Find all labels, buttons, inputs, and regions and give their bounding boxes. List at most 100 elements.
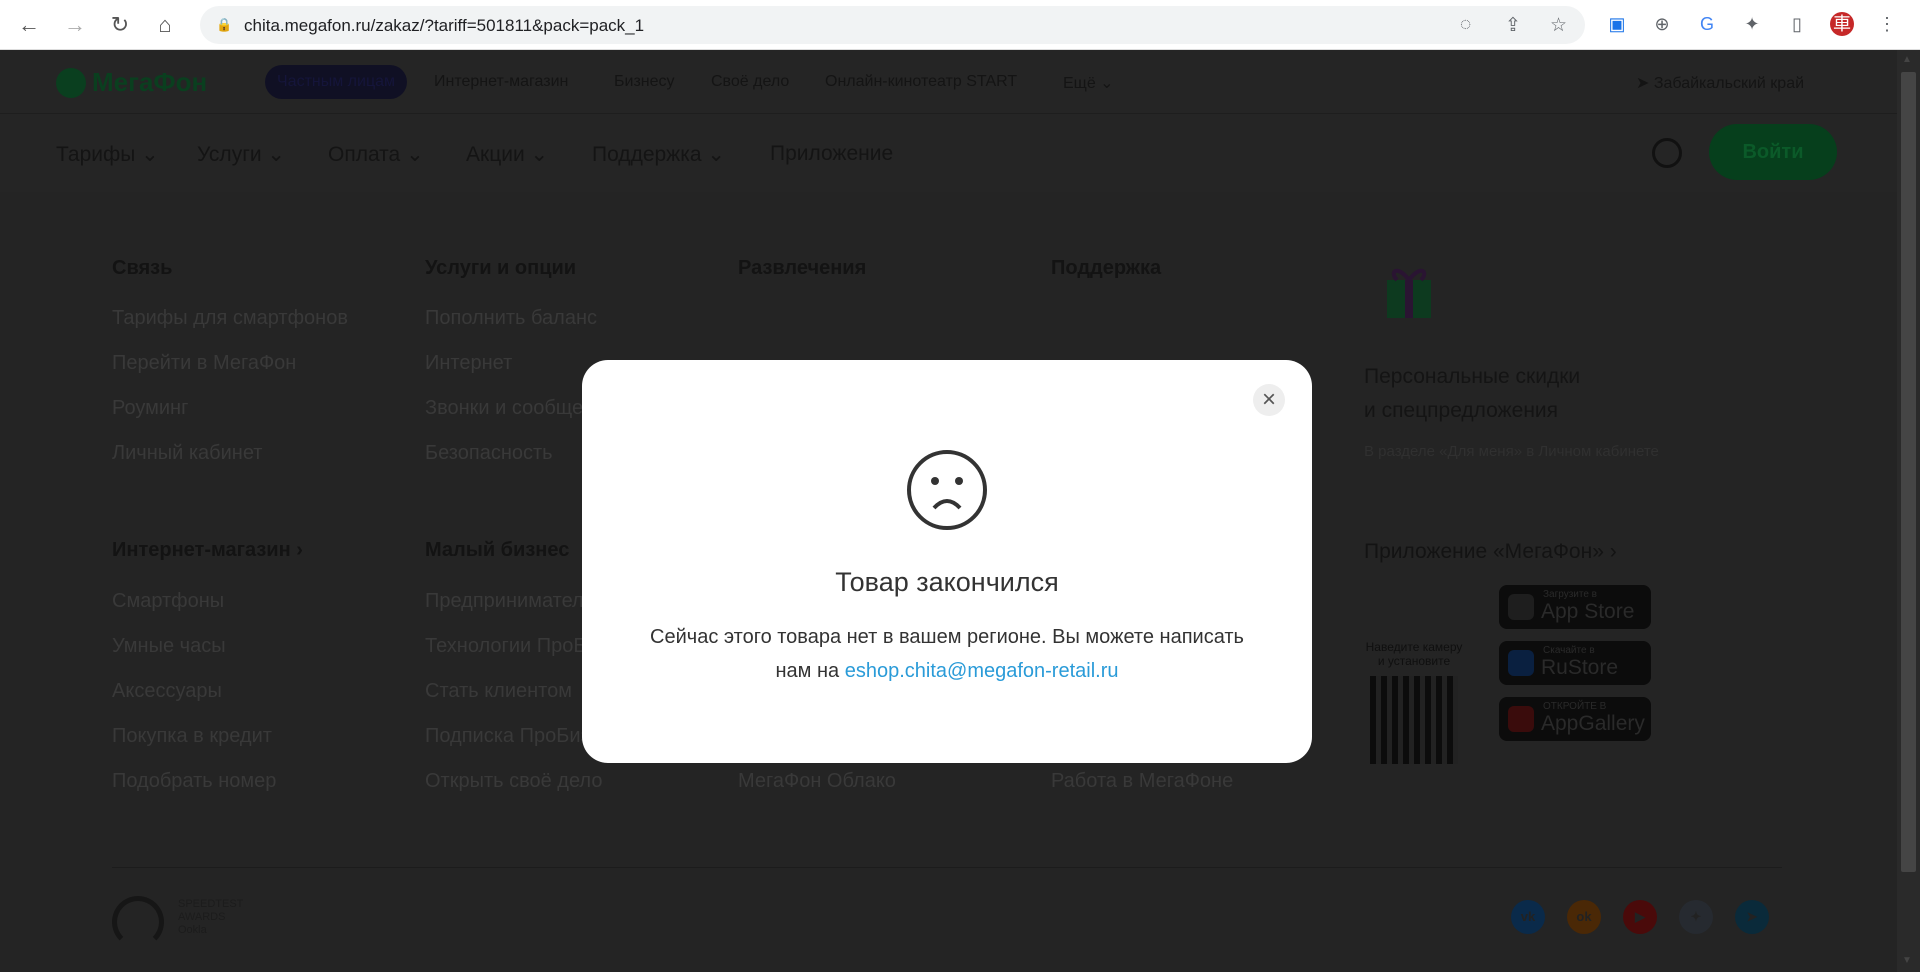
link-eshop[interactable]: Интернет-магазин	[434, 73, 568, 91]
share-icon[interactable]: ⇪	[1505, 14, 1521, 37]
footer-link[interactable]: Подписка ПроБизнес	[425, 725, 603, 748]
gift-icon	[1387, 268, 1431, 318]
link-start[interactable]: Онлайн-кинотеатр START	[825, 73, 1017, 91]
translate-icon[interactable]: G	[1695, 12, 1719, 36]
home-icon[interactable]: ⌂	[152, 12, 178, 38]
store-big: App Store	[1541, 600, 1635, 623]
appstore-button[interactable]: Загрузите в App Store	[1499, 585, 1651, 629]
footer-divider	[112, 867, 1782, 868]
footer-link[interactable]: Безопасность	[425, 442, 603, 465]
segment-private[interactable]: Частным лицам	[265, 65, 408, 99]
puzzle-icon[interactable]: ✦	[1740, 12, 1764, 36]
reload-icon[interactable]: ↻	[107, 12, 133, 38]
footer-link[interactable]: МегаФон Облако	[738, 770, 896, 793]
back-icon[interactable]: ←	[16, 12, 42, 38]
footer-link[interactable]: Подобрать номер	[112, 770, 276, 793]
scrollbar[interactable]: ▲ ▼	[1897, 50, 1920, 972]
scroll-down-icon[interactable]: ▼	[1902, 955, 1912, 966]
footer-link[interactable]: Пополнить баланс	[425, 307, 603, 330]
email-link[interactable]: eshop.chita@megafon-retail.ru	[845, 660, 1119, 682]
nav-promo[interactable]: Акции ⌄	[466, 142, 548, 167]
link-more[interactable]: Ещё ⌄	[1063, 73, 1114, 93]
rustore-icon	[1508, 650, 1534, 676]
address-bar[interactable]: 🔒 chita.megafon.ru/zakaz/?tariff=501811&…	[200, 6, 1585, 44]
appgallery-button[interactable]: ОТКРОЙТЕ В AppGallery	[1499, 697, 1651, 741]
dzen-icon[interactable]: ✦	[1679, 900, 1713, 934]
youtube-icon[interactable]: ▶	[1623, 900, 1657, 934]
footer-link[interactable]: Работа в МегаФоне	[1051, 770, 1233, 793]
nav-support[interactable]: Поддержка ⌄	[592, 142, 725, 167]
sidepanel-icon[interactable]: ▯	[1785, 12, 1809, 36]
url-text[interactable]: chita.megafon.ru/zakaz/?tariff=501811&pa…	[244, 16, 644, 36]
promo-title-line1: Персональные скидки	[1364, 365, 1581, 388]
forward-icon[interactable]: →	[62, 12, 88, 38]
footer-link[interactable]: Тарифы для смартфонов	[112, 307, 348, 330]
region-selector[interactable]: ➤ Забайкальский край	[1636, 73, 1804, 93]
close-button[interactable]: ×	[1253, 384, 1285, 416]
footer-column-title[interactable]: Связь	[112, 257, 172, 280]
browser-toolbar: ← → ↻ ⌂ 🔒 chita.megafon.ru/zakaz/?tariff…	[0, 0, 1920, 50]
footer-column-title[interactable]: Малый бизнес	[425, 539, 569, 562]
link-own-business[interactable]: Своё дело	[711, 73, 789, 91]
modal-text: Сейчас этого товара нет в вашем регионе.…	[642, 620, 1252, 688]
footer-link[interactable]: Личный кабинет	[112, 442, 262, 465]
nav-services[interactable]: Услуги ⌄	[197, 142, 285, 167]
nav-payment[interactable]: Оплата ⌄	[328, 142, 424, 167]
qr-block: Наведите камеру и установите	[1364, 640, 1464, 810]
footer-link[interactable]: Умные часы	[112, 635, 226, 658]
sad-face-icon	[907, 450, 987, 530]
huawei-icon	[1508, 706, 1534, 732]
store-small: ОТКРОЙТЕ В	[1543, 701, 1607, 712]
footer-link[interactable]: Интернет	[425, 352, 603, 375]
app-title[interactable]: Приложение «МегаФон» ›	[1364, 540, 1617, 564]
qr-text: Наведите камеру и установите	[1365, 640, 1463, 668]
footer-link[interactable]: Смартфоны	[112, 590, 224, 613]
star-icon[interactable]: ☆	[1550, 14, 1567, 37]
footer-link[interactable]: Предприниматели	[425, 590, 603, 613]
footer-link[interactable]: Звонки и сообщения	[425, 397, 603, 420]
logo-icon	[56, 67, 86, 98]
speedtest-logo	[112, 896, 164, 948]
footer-link[interactable]: Роуминг	[112, 397, 188, 420]
footer-link[interactable]: Аксессуары	[112, 680, 222, 703]
region-text: Забайкальский край	[1653, 75, 1805, 92]
globe-icon[interactable]: ⊕	[1650, 12, 1674, 36]
store-small: Скачайте в	[1543, 645, 1595, 656]
megafon-logo[interactable]: МегаФон	[56, 67, 207, 98]
footer-link[interactable]: Технологии ПроБизнес	[425, 635, 603, 658]
main-nav: Тарифы ⌄ Услуги ⌄ Оплата ⌄ Акции ⌄ Подде…	[0, 114, 1897, 192]
profile-avatar[interactable]: 車	[1830, 12, 1854, 36]
store-big: RuStore	[1541, 656, 1619, 679]
link-business[interactable]: Бизнесу	[614, 73, 675, 91]
footer-link[interactable]: Перейти в МегаФон	[112, 352, 296, 375]
scrollbar-thumb[interactable]	[1901, 72, 1916, 872]
telegram-icon[interactable]: ➤	[1735, 900, 1769, 934]
footer-link[interactable]: Стать клиентом	[425, 680, 603, 703]
speedtest-text: SPEEDTEST AWARDS Ookla	[178, 898, 244, 936]
store-small: Загрузите в	[1543, 589, 1597, 600]
footer-column-title[interactable]: Интернет-магазин ›	[112, 539, 303, 562]
qr-code	[1370, 676, 1458, 764]
login-button[interactable]: Войти	[1709, 124, 1837, 180]
footer-column-title[interactable]: Услуги и опции	[425, 257, 576, 280]
ok-icon[interactable]: ok	[1567, 900, 1601, 934]
footer-column-title[interactable]: Развлечения	[738, 257, 866, 280]
modal-title: Товар закончился	[835, 567, 1059, 597]
lock-icon: 🔒	[216, 17, 233, 32]
footer-link[interactable]: Открыть своё дело	[425, 770, 603, 793]
footer-column-title[interactable]: Поддержка	[1051, 257, 1161, 280]
footer-link[interactable]: Покупка в кредит	[112, 725, 272, 748]
extension-icon[interactable]: ▣	[1605, 12, 1629, 36]
search-icon[interactable]	[1652, 138, 1682, 168]
nav-tariffs[interactable]: Тарифы ⌄	[56, 142, 159, 167]
promo-title[interactable]: Персональные скидки и спецпредложения	[1364, 360, 1580, 428]
eye-off-icon[interactable]: ◌	[1460, 14, 1471, 36]
scroll-up-icon[interactable]: ▲	[1902, 54, 1912, 65]
nav-app[interactable]: Приложение	[770, 142, 893, 166]
page: МегаФон Частным лицам Интернет-магазин Б…	[0, 50, 1897, 972]
promo-title-line2: и спецпредложения	[1364, 399, 1559, 422]
rustore-button[interactable]: Скачайте в RuStore	[1499, 641, 1651, 685]
vk-icon[interactable]: vk	[1511, 900, 1545, 934]
menu-icon[interactable]: ⋮	[1875, 12, 1899, 36]
apple-icon	[1508, 594, 1534, 620]
